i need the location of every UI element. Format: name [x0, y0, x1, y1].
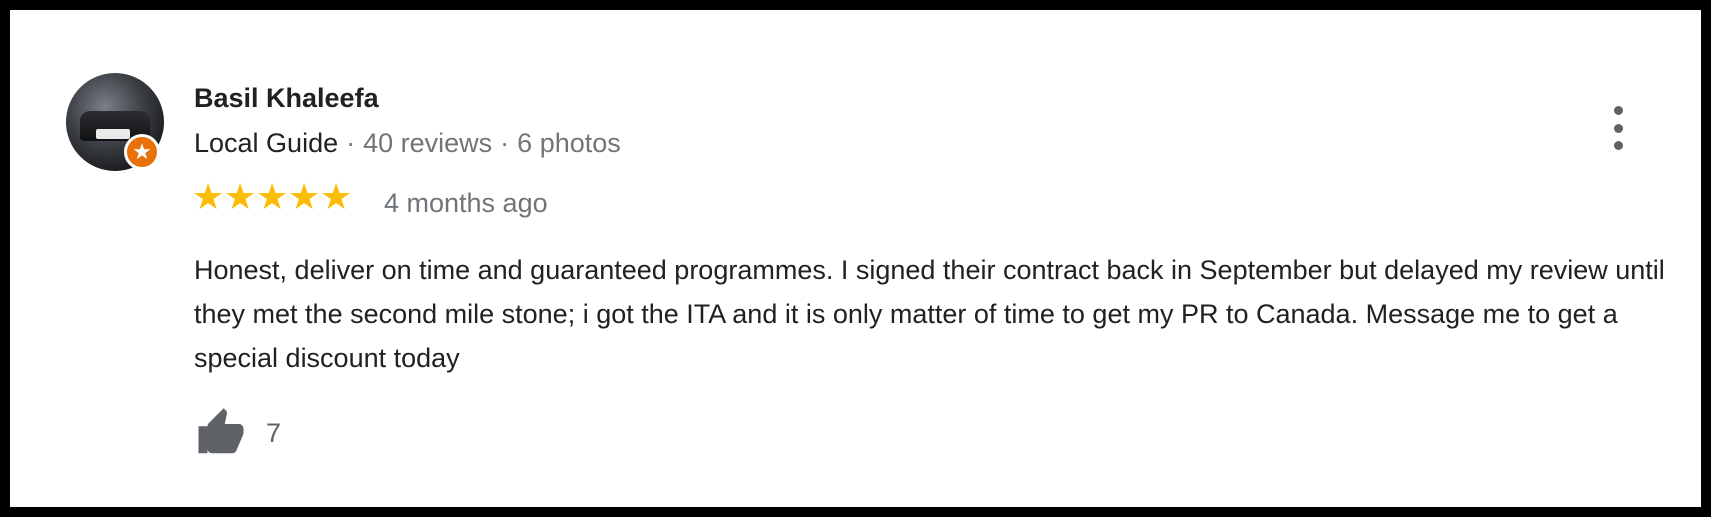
review-time: 4 months ago: [384, 188, 548, 218]
local-guide-label: Local Guide: [194, 128, 339, 158]
photos-count: 6 photos: [517, 128, 621, 158]
star-icon: ★: [224, 177, 257, 218]
author-name[interactable]: Basil Khaleefa: [194, 83, 379, 114]
star-icon: ★: [320, 177, 353, 218]
review-card: ★ Basil Khaleefa Local Guide · 40 reviews ·…: [10, 10, 1701, 507]
star-icon: ★: [192, 177, 225, 218]
reviews-count: 40 reviews: [363, 128, 493, 158]
review-text: Honest, deliver on time and guaranteed p…: [194, 255, 1665, 373]
star-icon: ★: [288, 177, 321, 218]
meta-separator: ·: [346, 128, 356, 158]
meta-separator: ·: [500, 128, 510, 158]
local-guide-badge-icon: ★: [124, 134, 160, 170]
avatar-photo-plate: [96, 129, 130, 139]
more-options-button[interactable]: [1606, 106, 1630, 150]
like-count: 7: [266, 417, 282, 448]
star-icon: ★: [256, 177, 289, 218]
more-vert-icon-dot: [1613, 106, 1623, 115]
thumbs-up-icon: [198, 408, 244, 454]
more-vert-icon-dot: [1613, 123, 1623, 133]
author-meta: Local Guide · 40 reviews · 6 photos: [194, 128, 621, 159]
star-rating: ★★★★★: [192, 180, 352, 216]
like-button[interactable]: 7: [194, 406, 281, 460]
more-vert-icon-dot: [1613, 141, 1623, 150]
